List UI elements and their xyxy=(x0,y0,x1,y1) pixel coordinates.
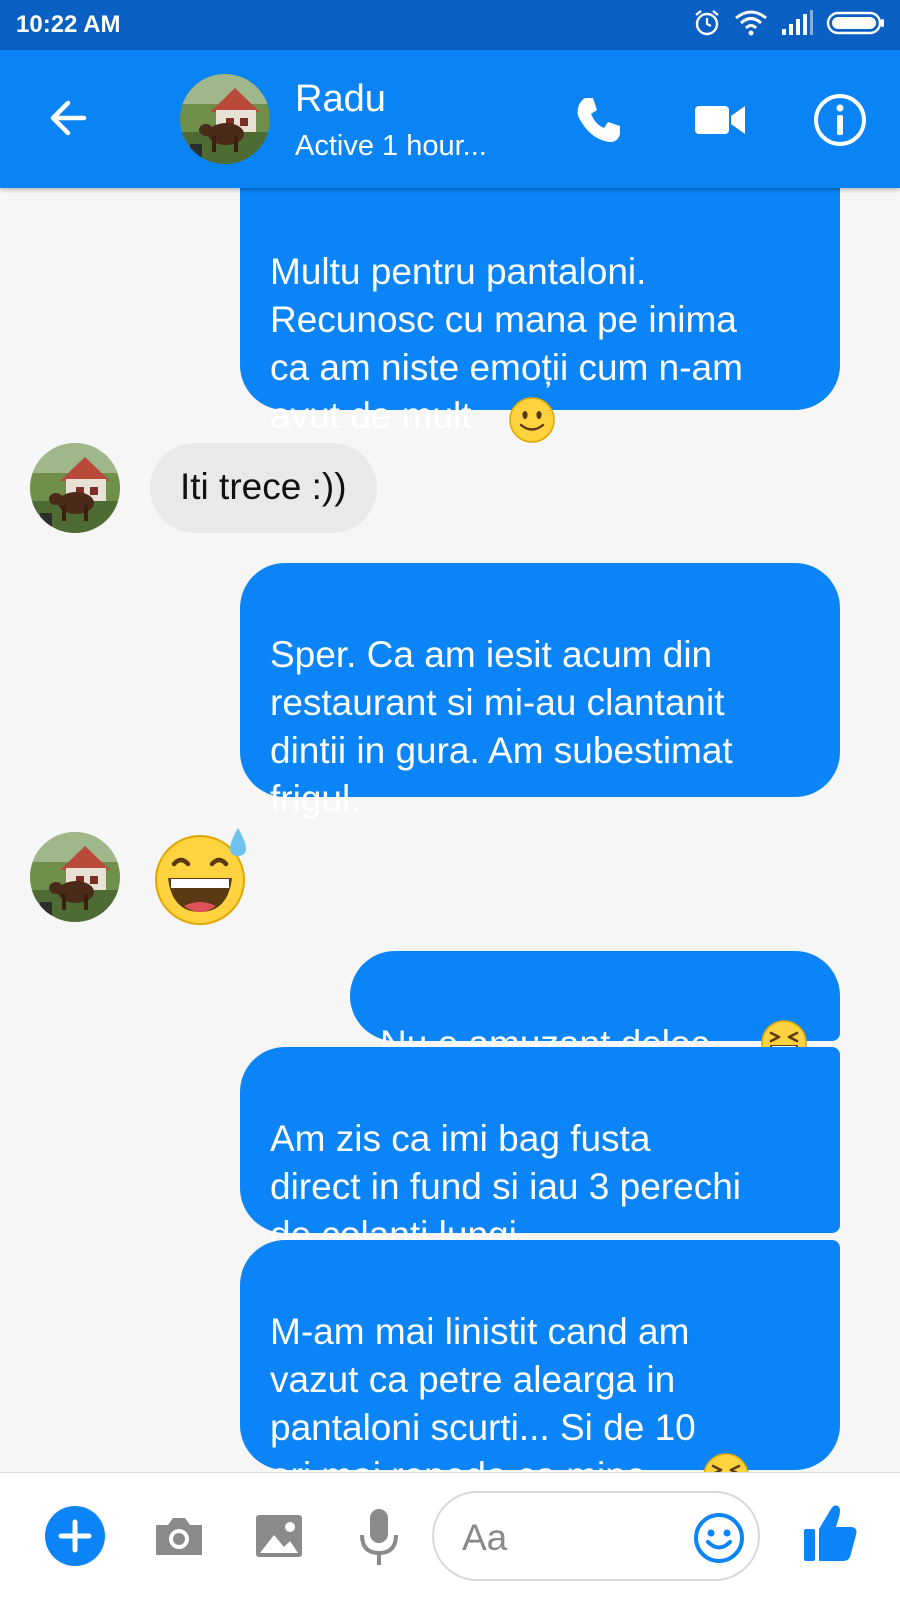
status-icons xyxy=(692,8,886,43)
plus-icon[interactable] xyxy=(44,1505,106,1567)
laughing-squinting-face-icon xyxy=(760,971,808,1019)
emoji-icon[interactable] xyxy=(692,1511,746,1565)
contact-avatar[interactable] xyxy=(180,74,270,164)
signal-icon xyxy=(780,9,814,42)
message-outgoing[interactable]: Nu e amuzant deloc xyxy=(350,951,840,1041)
contact-name[interactable]: Radu xyxy=(295,78,386,121)
phone-icon[interactable] xyxy=(570,92,626,148)
message-text: M-am mai linistit cand am vazut ca petre… xyxy=(270,1311,696,1496)
alarm-icon xyxy=(692,8,722,43)
sender-avatar[interactable] xyxy=(30,832,120,922)
message-input[interactable]: Aa xyxy=(432,1491,760,1581)
camera-icon[interactable] xyxy=(152,1509,206,1563)
thumbs-up-icon[interactable] xyxy=(800,1501,860,1565)
message-text: Sper. Ca am iesit acum din restaurant si… xyxy=(270,634,733,819)
wifi-icon xyxy=(734,8,768,43)
message-outgoing[interactable]: Am zis ca imi bag fusta direct in fund s… xyxy=(240,1047,840,1255)
message-text: Multu pentru pantaloni. Recunosc cu mana… xyxy=(270,251,743,436)
status-bar: 10:22 AM xyxy=(0,0,900,50)
message-outgoing[interactable]: Multu pentru pantaloni. Recunosc cu mana… xyxy=(240,178,840,410)
battery-icon xyxy=(826,10,886,41)
message-text: Iti trece :)) xyxy=(180,466,347,507)
gallery-icon[interactable] xyxy=(252,1509,306,1563)
microphone-icon[interactable] xyxy=(352,1505,406,1567)
back-arrow-icon[interactable] xyxy=(44,92,96,144)
info-icon[interactable] xyxy=(812,92,868,148)
status-time: 10:22 AM xyxy=(16,11,121,38)
video-camera-icon[interactable] xyxy=(693,92,749,148)
composer-bar: Aa xyxy=(0,1472,900,1600)
message-incoming[interactable]: Iti trece :)) xyxy=(150,443,377,533)
sender-avatar[interactable] xyxy=(30,443,120,533)
message-text: Am zis ca imi bag fusta direct in fund s… xyxy=(270,1118,741,1255)
message-outgoing[interactable]: Sper. Ca am iesit acum din restaurant si… xyxy=(240,563,840,819)
message-outgoing[interactable]: M-am mai linistit cand am vazut ca petre… xyxy=(240,1240,840,1470)
slightly-smiling-face-icon xyxy=(508,348,556,396)
laughing-squinting-face-icon xyxy=(702,1404,750,1452)
message-input-placeholder: Aa xyxy=(462,1517,508,1558)
contact-status: Active 1 hour... xyxy=(295,130,487,162)
grinning-face-with-sweat-icon[interactable] xyxy=(150,826,250,926)
chat-header: Radu Active 1 hour... xyxy=(0,50,900,188)
